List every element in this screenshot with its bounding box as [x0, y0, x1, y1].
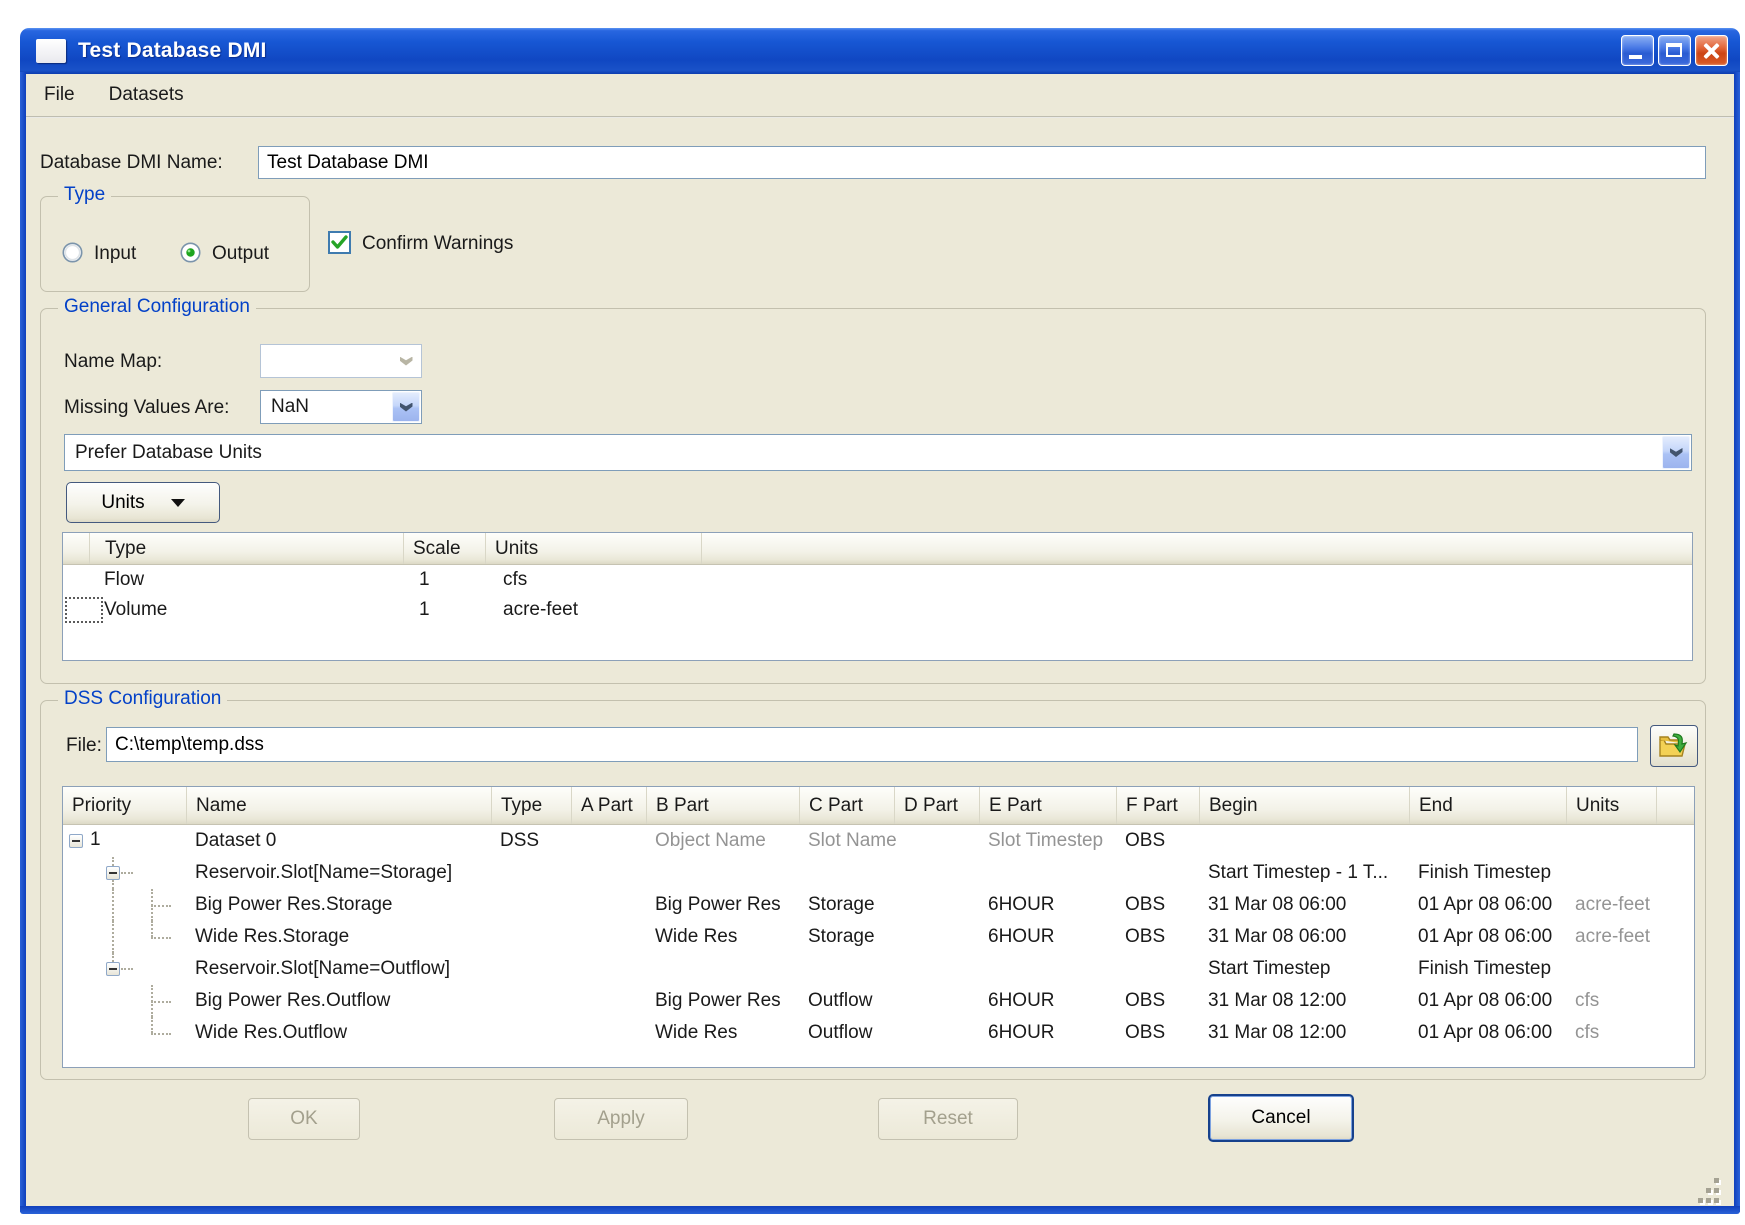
minimize-icon: [1629, 55, 1642, 59]
units-table: Type Scale Units Flow 1 cfs Volume 1 acr…: [62, 532, 1693, 661]
dss-col-units[interactable]: Units: [1566, 787, 1656, 824]
missing-values-label: Missing Values Are:: [64, 397, 229, 419]
table-row[interactable]: Wide Res.Storage Wide Res Storage 6HOUR …: [63, 921, 1694, 953]
browse-file-button[interactable]: [1650, 725, 1698, 767]
dss-col-b-part[interactable]: B Part: [646, 787, 799, 824]
table-row[interactable]: Volume 1 acre-feet: [63, 595, 1692, 625]
dss-col-priority[interactable]: Priority: [63, 787, 186, 824]
units-col-scale[interactable]: Scale: [403, 533, 485, 564]
dss-file-label: File:: [66, 735, 102, 757]
radio-selected-icon: [180, 242, 201, 263]
units-table-header: Type Scale Units: [63, 533, 1692, 565]
chevron-down-icon[interactable]: [392, 392, 420, 422]
dropdown-arrow-icon: [171, 499, 185, 507]
dss-col-begin[interactable]: Begin: [1199, 787, 1409, 824]
units-col-type[interactable]: Type: [89, 533, 403, 564]
application-window: Test Database DMI File Datasets Database…: [0, 0, 1745, 1225]
chevron-down-icon[interactable]: [1662, 436, 1690, 469]
units-menu-button[interactable]: Units: [66, 482, 220, 523]
menu-file[interactable]: File: [44, 84, 75, 106]
collapse-minus-icon[interactable]: [106, 962, 120, 976]
maximize-icon: [1666, 43, 1682, 57]
dss-col-f-part[interactable]: F Part: [1116, 787, 1199, 824]
table-row[interactable]: Big Power Res.Outflow Big Power Res Outf…: [63, 985, 1694, 1017]
title-bar[interactable]: Test Database DMI: [20, 28, 1740, 74]
units-preference-combobox[interactable]: Prefer Database Units: [64, 434, 1692, 471]
menu-separator: [26, 116, 1734, 118]
table-row[interactable]: Wide Res.Outflow Wide Res Outflow 6HOUR …: [63, 1017, 1694, 1049]
reset-button: Reset: [878, 1098, 1018, 1140]
menu-datasets[interactable]: Datasets: [109, 84, 184, 106]
radio-circle-icon: [62, 242, 83, 263]
focus-rectangle: [65, 597, 103, 623]
table-row[interactable]: Reservoir.Slot[Name=Outflow] Start Times…: [63, 953, 1694, 985]
confirm-warnings-checkbox[interactable]: [328, 231, 351, 260]
table-row[interactable]: Reservoir.Slot[Name=Storage] Start Times…: [63, 857, 1694, 889]
dss-table: Priority Name Type A Part B Part C Part …: [62, 786, 1695, 1068]
cancel-button[interactable]: Cancel: [1208, 1094, 1354, 1142]
apply-button: Apply: [554, 1098, 688, 1140]
dss-config-label: DSS Configuration: [58, 688, 227, 710]
type-group-label: Type: [58, 184, 111, 206]
dss-file-input[interactable]: [106, 727, 1638, 762]
folder-open-icon: [1658, 732, 1690, 760]
close-button[interactable]: [1695, 35, 1728, 66]
collapse-minus-icon[interactable]: [106, 866, 120, 880]
radio-input[interactable]: [62, 242, 83, 269]
app-window-icon: [36, 39, 66, 63]
dss-col-a-part[interactable]: A Part: [571, 787, 646, 824]
window-title: Test Database DMI: [78, 39, 267, 63]
menu-bar: File Datasets: [26, 74, 1734, 116]
dmi-name-input[interactable]: [258, 146, 1706, 179]
missing-values-combobox[interactable]: NaN: [260, 390, 422, 424]
table-row[interactable]: Big Power Res.Storage Big Power Res Stor…: [63, 889, 1694, 921]
dss-col-end[interactable]: End: [1409, 787, 1566, 824]
table-row[interactable]: Flow 1 cfs: [63, 565, 1692, 595]
window-border-bottom: [20, 1206, 1740, 1214]
maximize-button[interactable]: [1658, 35, 1691, 66]
dss-col-d-part[interactable]: D Part: [894, 787, 979, 824]
table-row[interactable]: 1 Dataset 0 DSS Object Name Slot Name Sl…: [63, 825, 1694, 857]
name-map-combobox: [260, 344, 422, 378]
radio-output-label[interactable]: Output: [212, 243, 269, 265]
radio-output[interactable]: [180, 242, 201, 269]
window-border-right: [1734, 72, 1740, 1212]
dmi-name-label: Database DMI Name:: [40, 152, 223, 174]
dss-col-type[interactable]: Type: [491, 787, 571, 824]
dss-table-header: Priority Name Type A Part B Part C Part …: [63, 787, 1694, 825]
minimize-button[interactable]: [1621, 35, 1654, 66]
dss-col-e-part[interactable]: E Part: [979, 787, 1116, 824]
collapse-minus-icon[interactable]: [69, 834, 83, 848]
checkbox-checked-icon: [328, 231, 351, 254]
ok-button: OK: [248, 1098, 360, 1140]
dss-col-name[interactable]: Name: [186, 787, 491, 824]
units-col-units[interactable]: Units: [485, 533, 701, 564]
dss-col-c-part[interactable]: C Part: [799, 787, 894, 824]
name-map-label: Name Map:: [64, 351, 162, 373]
general-config-label: General Configuration: [58, 296, 256, 318]
radio-input-label[interactable]: Input: [94, 243, 136, 265]
confirm-warnings-label[interactable]: Confirm Warnings: [362, 233, 513, 255]
chevron-down-icon: [392, 346, 420, 376]
